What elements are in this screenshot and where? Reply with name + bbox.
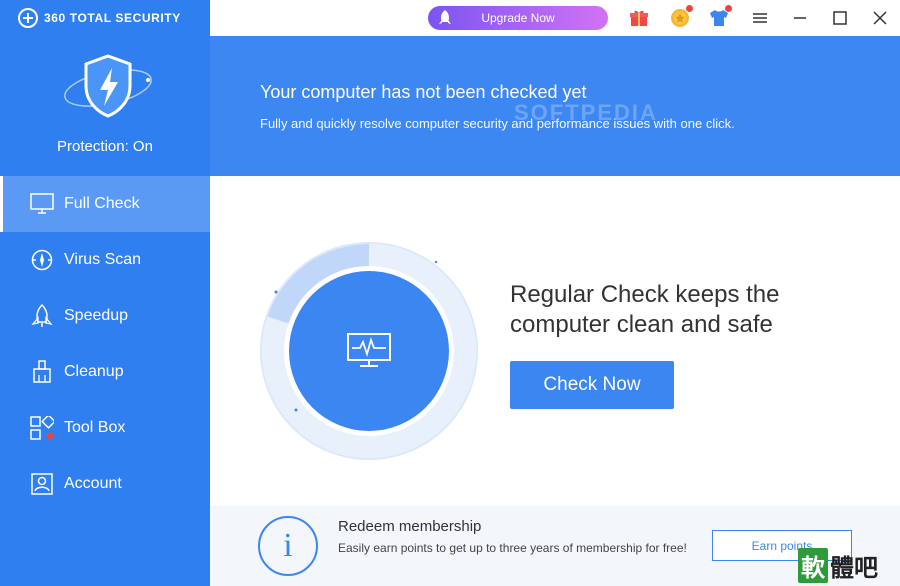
shield-lightning-icon: [60, 52, 156, 122]
membership-strip: i Redeem membership Easily earn points t…: [210, 506, 900, 586]
compass-scan-icon: [30, 248, 54, 272]
site-logo-char: 軟: [798, 547, 828, 583]
sidebar-nav: Full Check Virus Scan Speedup Cleanup To…: [0, 176, 210, 512]
sidebar-item-account[interactable]: Account: [0, 456, 210, 512]
site-logo: 軟 體吧: [798, 547, 878, 583]
main-panel: Regular Check keeps the computer clean a…: [210, 176, 900, 506]
notification-dot: [725, 5, 732, 12]
membership-subtitle: Easily earn points to get up to three ye…: [338, 541, 687, 555]
sidebar-item-label: Cleanup: [64, 363, 124, 380]
rocket-icon: [436, 9, 454, 30]
user-card-icon: [30, 472, 54, 496]
menu-icon[interactable]: [749, 7, 771, 29]
sidebar-item-virus-scan[interactable]: Virus Scan: [0, 232, 210, 288]
app-window: 360 TOTAL SECURITY Protection: On Full C…: [0, 0, 900, 586]
site-logo-text: 體吧: [830, 554, 878, 582]
grid-tools-icon: [30, 416, 54, 440]
sidebar-item-label: Full Check: [64, 195, 140, 212]
sidebar-item-label: Tool Box: [64, 419, 126, 436]
close-icon[interactable]: [869, 7, 891, 29]
headline: Regular Check keeps the computer clean a…: [510, 281, 780, 338]
brand-logo-icon: [18, 8, 38, 28]
maximize-icon[interactable]: [829, 7, 851, 29]
notification-dot: [686, 5, 693, 12]
sidebar-item-label: Account: [64, 475, 122, 492]
info-icon: i: [258, 516, 318, 576]
sidebar-item-speedup[interactable]: Speedup: [0, 288, 210, 344]
brand-name: 360 TOTAL SECURITY: [44, 11, 181, 25]
sidebar: 360 TOTAL SECURITY Protection: On Full C…: [0, 0, 210, 586]
sidebar-item-full-check[interactable]: Full Check: [0, 176, 210, 232]
monitor-icon: [30, 192, 54, 216]
banner-subtitle: Fully and quickly resolve computer secur…: [260, 116, 735, 131]
tshirt-icon[interactable]: [708, 5, 732, 29]
upgrade-label: Upgrade Now: [481, 11, 555, 25]
sidebar-item-tool-box[interactable]: Tool Box: [0, 400, 210, 456]
banner-title: Your computer has not been checked yet: [260, 82, 587, 102]
minimize-icon[interactable]: [789, 7, 811, 29]
coin-icon[interactable]: [669, 5, 693, 29]
monitor-pulse-icon: [346, 332, 392, 375]
gift-icon[interactable]: [628, 7, 650, 29]
sidebar-item-label: Speedup: [64, 307, 129, 324]
status-banner: SOFTPEDIA Your computer has not been che…: [210, 36, 900, 176]
rocket-icon: [30, 304, 54, 328]
sidebar-item-label: Virus Scan: [64, 251, 142, 268]
protection-status: Protection: On: [57, 138, 153, 155]
sidebar-item-cleanup[interactable]: Cleanup: [0, 344, 210, 400]
brand: 360 TOTAL SECURITY: [18, 8, 181, 28]
membership-title: Redeem membership: [338, 518, 482, 535]
broom-icon: [30, 360, 54, 384]
title-bar: Upgrade Now: [210, 0, 900, 36]
upgrade-button[interactable]: Upgrade Now: [428, 6, 608, 30]
check-now-button[interactable]: Check Now: [510, 361, 674, 409]
check-progress-ring: [258, 240, 480, 462]
